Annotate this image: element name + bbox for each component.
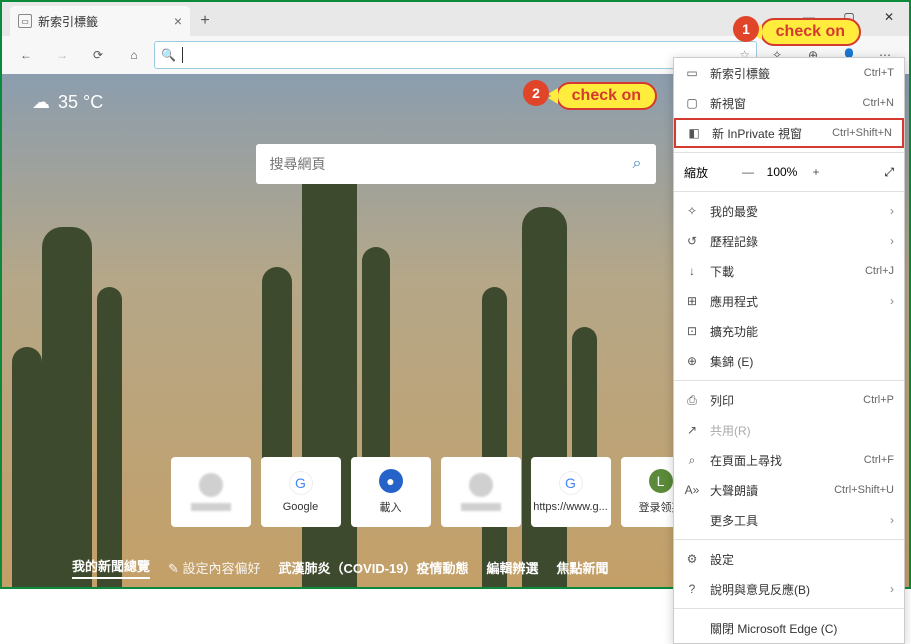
menu-new-inprivate[interactable]: ◧新 InPrivate 視窗Ctrl+Shift+N [674,118,904,148]
address-input[interactable] [189,48,733,63]
menu-favorites[interactable]: ✧我的最愛› [674,196,904,226]
find-icon: ⌕ [684,453,700,468]
tile-label: Google [283,501,318,513]
tile-icon: L [649,469,673,493]
tile-label [191,503,231,511]
settings-menu: ▭新索引標籤Ctrl+T ▢新視窗Ctrl+N ◧新 InPrivate 視窗C… [673,57,905,644]
menu-settings[interactable]: ⚙設定 [674,544,904,574]
new-window-icon: ▢ [684,96,700,110]
menu-find[interactable]: ⌕在頁面上尋找Ctrl+F [674,445,904,475]
weather-icon: ☁ [32,92,50,113]
tile-label: https://www.g... [533,501,608,513]
search-input[interactable] [270,156,633,172]
zoom-out-button[interactable]: — [734,165,762,179]
annotation-bubble-2: check on [556,82,657,110]
tile-label [461,503,501,511]
print-icon: ⎙ [684,393,700,408]
forward-button[interactable]: → [46,39,78,71]
tile-icon: G [289,471,313,495]
address-bar[interactable]: 🔍 ☆ [154,41,757,69]
zoom-label: 縮放 [684,164,734,181]
tile-icon [199,473,223,497]
quick-link-tile[interactable] [441,457,521,527]
gear-icon: ⚙ [684,552,700,566]
chevron-right-icon: › [890,294,894,308]
tile-icon [469,473,493,497]
menu-separator [674,539,904,540]
menu-close-edge[interactable]: 關閉 Microsoft Edge (C) [674,613,904,643]
menu-print[interactable]: ⎙列印Ctrl+P [674,385,904,415]
tile-icon: ● [379,469,403,493]
back-button[interactable]: ← [10,39,42,71]
help-icon: ? [684,582,700,596]
search-icon: 🔍 [161,48,176,62]
news-nav-item[interactable]: 我的新聞總覽 [72,556,150,579]
chevron-right-icon: › [890,234,894,248]
history-icon: ↺ [684,234,700,248]
menu-read-aloud[interactable]: A»大聲朗讀Ctrl+Shift+U [674,475,904,505]
menu-zoom: 縮放 — 100% + ⤢ [674,157,904,187]
annotation-bubble-1: check on [760,18,861,46]
search-submit-icon[interactable]: ⌕ [633,155,642,173]
zoom-in-button[interactable]: + [802,165,830,179]
chevron-right-icon: › [890,513,894,527]
chevron-right-icon: › [890,204,894,218]
new-tab-icon: ▭ [684,66,700,80]
collections-icon: ⊕ [684,354,700,368]
fullscreen-button[interactable]: ⤢ [884,165,894,180]
menu-separator [674,608,904,609]
menu-more-tools[interactable]: 更多工具› [674,505,904,535]
menu-history[interactable]: ↺歷程記錄› [674,226,904,256]
menu-extensions[interactable]: ⊡擴充功能 [674,316,904,346]
annotation-badge-2: 2 [523,80,549,106]
menu-new-tab[interactable]: ▭新索引標籤Ctrl+T [674,58,904,88]
quick-link-tile[interactable]: ● 載入 [351,457,431,527]
menu-separator [674,380,904,381]
news-nav-item[interactable]: 編輯辨選 [487,558,539,577]
apps-icon: ⊞ [684,294,700,308]
news-nav-item[interactable]: ✎ 設定內容偏好 [168,558,261,577]
share-icon: ↗ [684,423,700,437]
search-bar[interactable]: ⌕ [256,144,656,184]
news-nav-item[interactable]: 焦點新聞 [557,558,609,577]
menu-separator [674,152,904,153]
menu-share: ↗共用(R) [674,415,904,445]
weather-widget[interactable]: ☁ 35 °C [32,92,103,113]
tile-icon: G [559,471,583,495]
extensions-icon: ⊡ [684,324,700,338]
quick-link-tile[interactable] [171,457,251,527]
menu-downloads[interactable]: ↓下載Ctrl+J [674,256,904,286]
read-aloud-icon: A» [684,483,700,497]
text-cursor [182,47,183,63]
menu-apps[interactable]: ⊞應用程式› [674,286,904,316]
weather-temp: 35 °C [58,92,103,113]
menu-collections[interactable]: ⊕集錦 (E) [674,346,904,376]
quick-link-tile[interactable]: Ghttps://www.g... [531,457,611,527]
menu-separator [674,191,904,192]
download-icon: ↓ [684,264,700,278]
star-icon: ✧ [684,204,700,218]
tile-label: 載入 [380,499,402,515]
annotation-badge-1: 1 [733,16,759,42]
chevron-right-icon: › [890,582,894,596]
tab-favicon-icon: ▭ [18,14,32,28]
browser-tab[interactable]: ▭ 新索引標籤 × [10,6,190,36]
refresh-button[interactable]: ⟳ [82,39,114,71]
zoom-value: 100% [762,165,802,179]
new-tab-button[interactable]: + [190,6,220,36]
menu-new-window[interactable]: ▢新視窗Ctrl+N [674,88,904,118]
menu-help[interactable]: ?說明與意見反應(B)› [674,574,904,604]
tab-close-icon[interactable]: × [174,13,182,29]
inprivate-icon: ◧ [686,126,702,140]
quick-link-tile[interactable]: G Google [261,457,341,527]
news-nav-item[interactable]: 武漢肺炎（COVID-19）疫情動態 [279,558,469,577]
quick-links: GGoogle ●載入 Ghttps://www.g... L登录领英 Yah [171,457,741,527]
close-button[interactable]: ✕ [869,2,909,32]
home-button[interactable]: ⌂ [118,39,150,71]
tab-title: 新索引標籤 [38,13,98,30]
